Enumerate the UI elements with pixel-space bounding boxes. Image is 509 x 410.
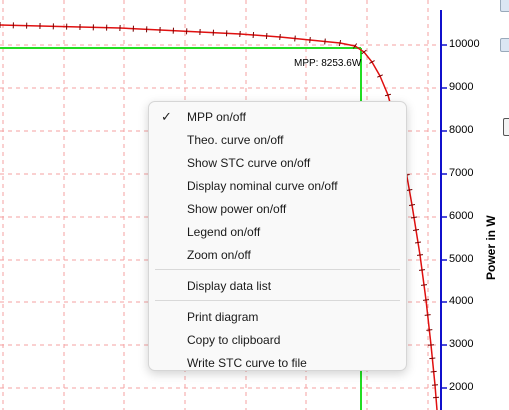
menu-separator: [155, 300, 400, 301]
y-tick-label: 7000: [449, 167, 474, 179]
y-tick-label: 2000: [449, 381, 474, 393]
curve-marker: [406, 188, 413, 192]
panel-control[interactable]: [503, 118, 509, 136]
menu-item-label: Copy to clipboard: [187, 333, 281, 347]
menu-item-write-stc[interactable]: Write STC curve to file: [149, 352, 406, 374]
curve-marker: [430, 370, 437, 373]
menu-item-label: Legend on/off: [187, 225, 261, 239]
context-menu: ✓ MPP on/off Theo. curve on/off Show STC…: [148, 101, 407, 371]
curve-marker: [408, 204, 416, 206]
menu-item-label: MPP on/off: [187, 110, 246, 124]
menu-item-legend[interactable]: Legend on/off: [149, 221, 406, 243]
menu-separator: [155, 269, 400, 270]
menu-item-label: Write STC curve to file: [187, 356, 307, 370]
curve-marker: [294, 35, 296, 42]
menu-item-label: Zoom on/off: [187, 248, 251, 262]
menu-item-nominal-curve[interactable]: Display nominal curve on/off: [149, 175, 406, 197]
curve-marker: [416, 254, 424, 256]
y-tick-label: 4000: [449, 295, 474, 307]
menu-item-zoom[interactable]: Zoom on/off: [149, 244, 406, 266]
curve-marker: [338, 39, 342, 47]
menu-item-label: Display data list: [187, 279, 272, 293]
menu-item-copy[interactable]: Copy to clipboard: [149, 329, 406, 351]
curve-marker: [420, 284, 428, 286]
menu-item-mpp[interactable]: ✓ MPP on/off: [149, 106, 406, 128]
menu-item-label: Show power on/off: [187, 202, 287, 216]
curve-marker: [424, 314, 431, 316]
curve-marker: [412, 229, 420, 231]
panel-button[interactable]: [500, 38, 509, 52]
y-tick-label: 5000: [449, 253, 474, 265]
menu-item-label: Theo. curve on/off: [187, 133, 284, 147]
y-tick-label: 8000: [449, 124, 474, 136]
menu-item-data-list[interactable]: Display data list: [149, 275, 406, 297]
menu-item-theo-curve[interactable]: Theo. curve on/off: [149, 129, 406, 151]
curve-marker: [279, 33, 281, 41]
curve-marker: [422, 299, 430, 301]
mpp-label: MPP: 8253.6W: [294, 58, 362, 69]
menu-item-show-power[interactable]: Show power on/off: [149, 198, 406, 220]
menu-item-label: Display nominal curve on/off: [187, 179, 338, 193]
curve-marker: [427, 344, 435, 346]
curve-marker: [414, 241, 422, 244]
curve-marker: [324, 38, 326, 45]
menu-item-stc-curve[interactable]: Show STC curve on/off: [149, 152, 406, 174]
curve-marker: [418, 269, 426, 271]
menu-item-label: Print diagram: [187, 310, 259, 324]
y-tick-label: 3000: [449, 338, 474, 350]
y-tick-label: 10000: [449, 38, 480, 50]
checkmark-icon: ✓: [161, 109, 172, 124]
curve-marker: [429, 357, 436, 360]
curve-marker: [426, 329, 433, 331]
curve-marker: [309, 36, 311, 44]
y-tick-label: 9000: [449, 81, 474, 93]
panel-button-top[interactable]: [500, 0, 509, 12]
y-tick-label: 6000: [449, 210, 474, 222]
menu-item-label: Show STC curve on/off: [187, 156, 311, 170]
menu-item-print[interactable]: Print diagram: [149, 306, 406, 328]
y-axis-title: Power in W: [484, 215, 498, 280]
